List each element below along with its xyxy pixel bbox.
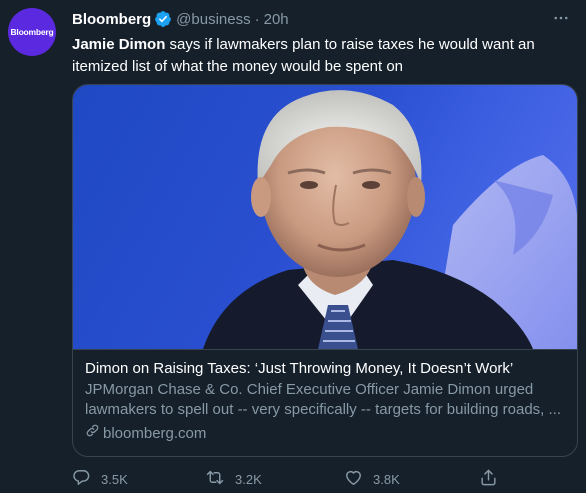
share-icon bbox=[479, 468, 498, 490]
tweet-header: Bloomberg @business · 20h bbox=[72, 9, 289, 29]
reply-count: 3.5K bbox=[101, 471, 128, 487]
heart-icon bbox=[344, 468, 363, 490]
tweet[interactable]: Bloomberg Bloomberg @business · 20h Jami… bbox=[0, 0, 586, 493]
handle[interactable]: @business bbox=[176, 11, 250, 28]
link-card[interactable]: Dimon on Raising Taxes: ‘Just Throwing M… bbox=[72, 84, 578, 457]
like-count: 3.8K bbox=[373, 471, 400, 487]
timestamp[interactable]: 20h bbox=[264, 11, 289, 28]
reply-icon bbox=[72, 468, 91, 490]
display-name[interactable]: Bloomberg bbox=[72, 11, 151, 28]
more-icon[interactable] bbox=[550, 8, 572, 28]
card-domain: bloomberg.com bbox=[85, 423, 565, 444]
reply-button[interactable]: 3.5K bbox=[72, 468, 128, 490]
tweet-text: Jamie Dimon says if lawmakers plan to ra… bbox=[72, 34, 572, 78]
card-title: Dimon on Raising Taxes: ‘Just Throwing M… bbox=[85, 360, 514, 377]
retweet-count: 3.2K bbox=[235, 471, 262, 487]
card-image bbox=[73, 85, 577, 349]
card-description: JPMorgan Chase & Co. Chief Executive Off… bbox=[85, 381, 562, 418]
link-icon bbox=[85, 423, 100, 444]
mention-jamie-dimon[interactable]: Jamie Dimon bbox=[72, 36, 165, 53]
avatar[interactable]: Bloomberg bbox=[8, 8, 56, 56]
avatar-label: Bloomberg bbox=[10, 27, 54, 37]
like-button[interactable]: 3.8K bbox=[344, 468, 400, 490]
card-domain-text: bloomberg.com bbox=[103, 424, 207, 442]
separator-dot: · bbox=[254, 10, 260, 28]
action-bar: 3.5K 3.2K 3.8K bbox=[72, 468, 572, 490]
verified-badge-icon bbox=[154, 10, 172, 28]
retweet-button[interactable]: 3.2K bbox=[205, 468, 262, 490]
share-button[interactable] bbox=[479, 468, 498, 490]
retweet-icon bbox=[205, 468, 225, 490]
card-info: Dimon on Raising Taxes: ‘Just Throwing M… bbox=[73, 349, 577, 456]
